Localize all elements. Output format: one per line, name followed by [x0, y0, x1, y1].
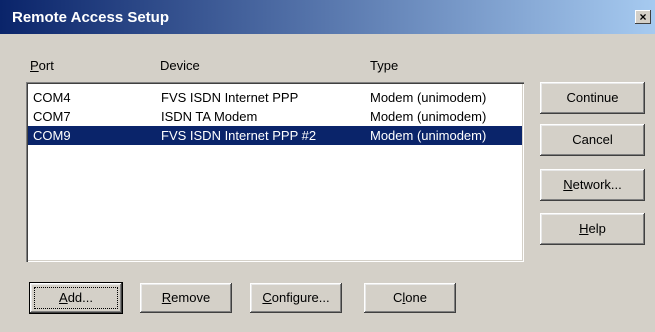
- add-label: Add...: [59, 290, 93, 305]
- list-row-com4[interactable]: COM4 FVS ISDN Internet PPP Modem (unimod…: [28, 88, 522, 107]
- device-cell: ISDN TA Modem: [161, 109, 258, 124]
- help-button[interactable]: Help: [540, 213, 645, 245]
- port-mnemonic: P: [30, 58, 39, 73]
- configure-button[interactable]: Configure...: [250, 283, 342, 313]
- type-cell: Modem (unimodem): [370, 128, 487, 143]
- clone-label: Clone: [393, 290, 427, 305]
- cancel-label: Cancel: [572, 132, 613, 147]
- network-label: Network...: [563, 177, 622, 192]
- close-button[interactable]: ×: [635, 10, 651, 24]
- column-header-port: Port: [30, 58, 54, 73]
- clone-button[interactable]: Clone: [364, 283, 456, 313]
- port-list[interactable]: COM4 FVS ISDN Internet PPP Modem (unimod…: [26, 82, 524, 262]
- help-label: Help: [579, 221, 606, 236]
- cancel-button[interactable]: Cancel: [540, 124, 645, 156]
- port-cell: COM9: [33, 128, 71, 143]
- device-cell: FVS ISDN Internet PPP #2: [161, 128, 317, 143]
- column-header-device: Device: [160, 58, 200, 73]
- list-row-com9[interactable]: COM9 FVS ISDN Internet PPP #2 Modem (uni…: [28, 126, 522, 145]
- title-bar: Remote Access Setup ×: [0, 0, 655, 34]
- network-button[interactable]: Network...: [540, 169, 645, 201]
- type-cell: Modem (unimodem): [370, 90, 487, 105]
- configure-label: Configure...: [262, 290, 330, 305]
- port-label-rest: ort: [38, 58, 54, 73]
- type-cell: Modem (unimodem): [370, 109, 487, 124]
- port-cell: COM4: [33, 90, 71, 105]
- window-title: Remote Access Setup: [12, 9, 170, 26]
- continue-label: Continue: [566, 90, 619, 105]
- remove-label: Remove: [161, 290, 211, 305]
- close-icon: ×: [639, 10, 647, 24]
- remove-button[interactable]: Remove: [140, 283, 232, 313]
- port-cell: COM7: [33, 109, 71, 124]
- column-header-type: Type: [370, 58, 399, 73]
- device-cell: FVS ISDN Internet PPP: [161, 90, 299, 105]
- list-row-com7[interactable]: COM7 ISDN TA Modem Modem (unimodem): [28, 107, 522, 126]
- add-button[interactable]: Add...: [29, 282, 123, 314]
- continue-button[interactable]: Continue: [540, 82, 645, 114]
